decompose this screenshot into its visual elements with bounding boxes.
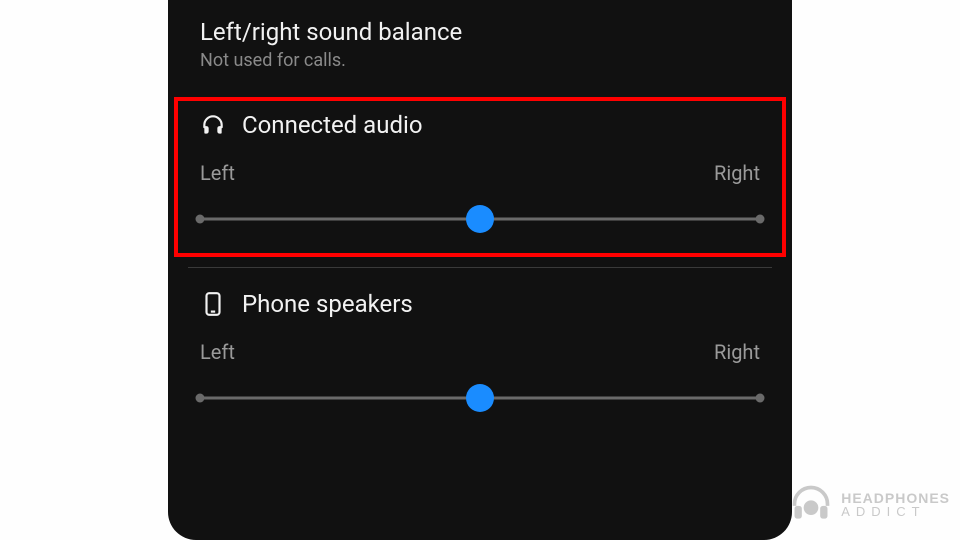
connected-right-label: Right <box>714 161 760 185</box>
connected-left-label: Left <box>200 161 235 185</box>
slider-end-left <box>196 215 205 224</box>
watermark-logo-icon <box>789 482 833 526</box>
connected-audio-head: Connected audio <box>188 111 772 139</box>
connected-audio-section: Connected audio Left Right <box>168 89 792 267</box>
watermark-line2: ADDICT <box>841 505 950 518</box>
connected-balance-slider[interactable] <box>200 205 760 233</box>
phone-icon <box>200 291 226 317</box>
watermark-line1: HEADPHONES <box>841 491 950 505</box>
speakers-balance-slider[interactable] <box>200 384 760 412</box>
slider-end-right <box>756 394 765 403</box>
connected-slider-labels: Left Right <box>188 161 772 185</box>
headphones-icon <box>200 112 226 138</box>
speakers-slider-thumb[interactable] <box>466 384 494 412</box>
phone-speakers-head: Phone speakers <box>188 290 772 318</box>
page-title: Left/right sound balance <box>200 18 760 46</box>
phone-speakers-section: Phone speakers Left Right <box>168 268 792 446</box>
watermark-text: HEADPHONES ADDICT <box>841 491 950 518</box>
slider-end-left <box>196 394 205 403</box>
connected-audio-label: Connected audio <box>242 111 423 139</box>
header: Left/right sound balance Not used for ca… <box>168 18 792 89</box>
slider-end-right <box>756 215 765 224</box>
watermark: HEADPHONES ADDICT <box>789 482 950 526</box>
phone-speakers-label: Phone speakers <box>242 290 413 318</box>
page-subtitle: Not used for calls. <box>200 50 760 71</box>
speakers-slider-labels: Left Right <box>188 340 772 364</box>
connected-slider-thumb[interactable] <box>466 205 494 233</box>
speakers-left-label: Left <box>200 340 235 364</box>
settings-panel: Left/right sound balance Not used for ca… <box>168 0 792 540</box>
speakers-right-label: Right <box>714 340 760 364</box>
